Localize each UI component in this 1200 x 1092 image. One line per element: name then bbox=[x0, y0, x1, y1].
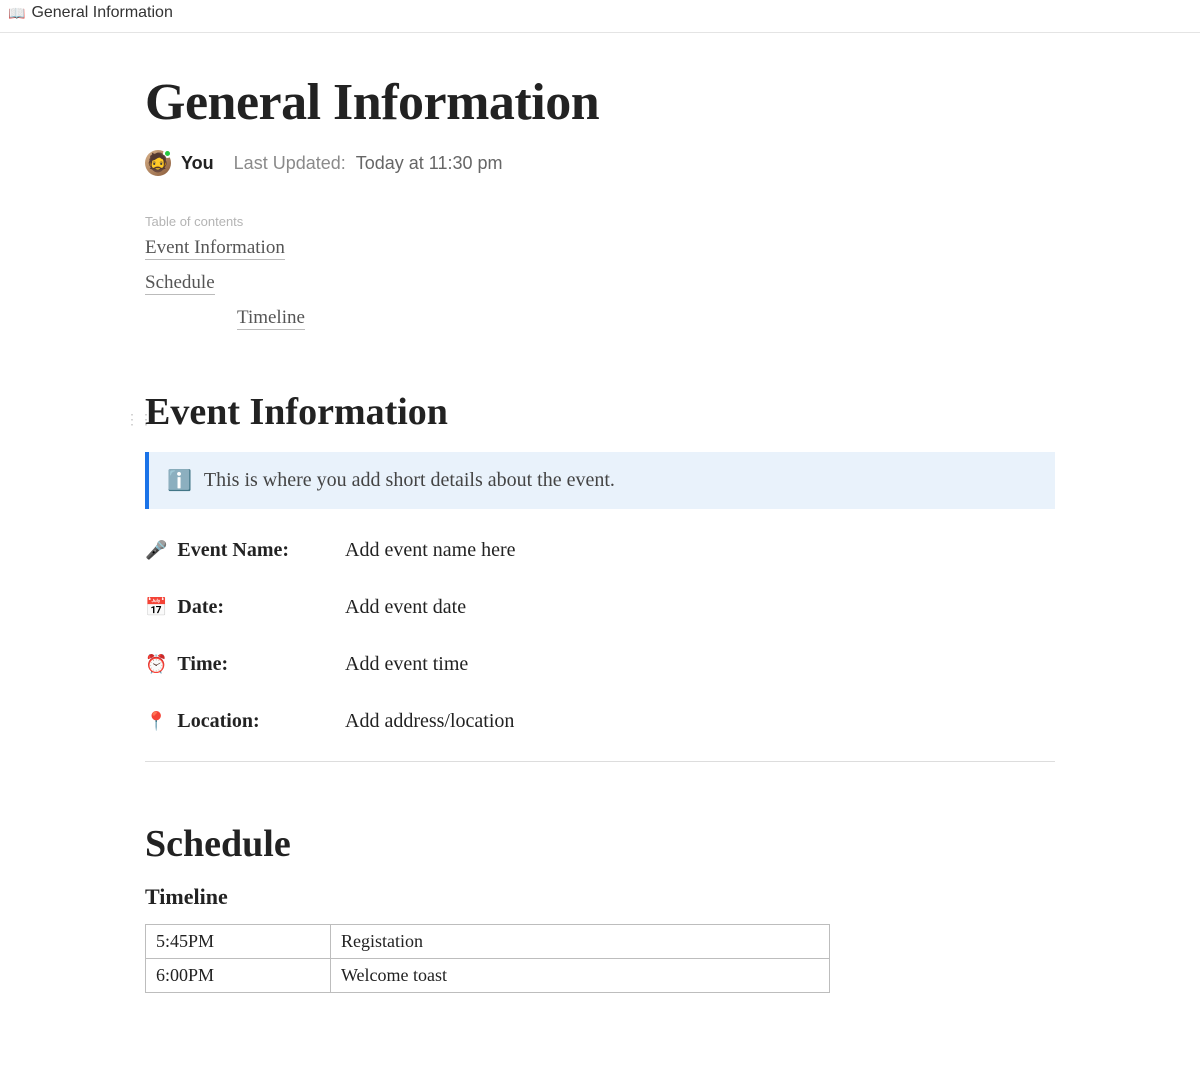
cell-time[interactable]: 5:45PM bbox=[146, 925, 331, 959]
table-row[interactable]: 6:00PM Welcome toast bbox=[146, 959, 830, 993]
info-callout[interactable]: ℹ️ This is where you add short details a… bbox=[145, 452, 1055, 509]
row-time[interactable]: ⏰ Time: Add event time bbox=[145, 653, 1055, 676]
toc-link-timeline[interactable]: Timeline bbox=[237, 307, 305, 330]
table-of-contents: Event Information Schedule Timeline bbox=[145, 237, 1055, 330]
timeline-table[interactable]: 5:45PM Registation 6:00PM Welcome toast bbox=[145, 924, 830, 993]
toc-heading: Table of contents bbox=[145, 214, 1055, 229]
toc-link-schedule[interactable]: Schedule bbox=[145, 272, 215, 295]
value-location[interactable]: Add address/location bbox=[345, 710, 514, 733]
breadcrumb-title[interactable]: General Information bbox=[31, 4, 172, 22]
heading-event-information[interactable]: Event Information bbox=[145, 390, 1055, 434]
row-date[interactable]: 📅 Date: Add event date bbox=[145, 596, 1055, 619]
clock-icon: ⏰ bbox=[145, 654, 167, 675]
cell-item[interactable]: Registation bbox=[331, 925, 830, 959]
row-event-name[interactable]: 🎤 Event Name: Add event name here bbox=[145, 539, 1055, 562]
label-date: Date: bbox=[177, 596, 224, 619]
breadcrumb-bar: 📖 General Information bbox=[0, 0, 1200, 33]
event-detail-list: 🎤 Event Name: Add event name here 📅 Date… bbox=[145, 539, 1055, 733]
presence-indicator bbox=[163, 149, 172, 158]
drag-handle-icon[interactable]: ⋮⋮ bbox=[125, 414, 153, 428]
value-time[interactable]: Add event time bbox=[345, 653, 468, 676]
cell-item[interactable]: Welcome toast bbox=[331, 959, 830, 993]
author-avatar[interactable] bbox=[145, 150, 171, 176]
toc-link-event-information[interactable]: Event Information bbox=[145, 237, 285, 260]
label-time: Time: bbox=[177, 653, 228, 676]
value-date[interactable]: Add event date bbox=[345, 596, 466, 619]
info-icon: ℹ️ bbox=[167, 468, 192, 493]
page-body: General Information You Last Updated: To… bbox=[145, 73, 1055, 1033]
pin-icon: 📍 bbox=[145, 711, 167, 732]
label-event-name: Event Name: bbox=[177, 539, 289, 562]
heading-timeline[interactable]: Timeline bbox=[145, 884, 1055, 910]
row-location[interactable]: 📍 Location: Add address/location bbox=[145, 710, 1055, 733]
calendar-icon: 📅 bbox=[145, 597, 167, 618]
updated-label: Last Updated: bbox=[234, 153, 346, 174]
value-event-name[interactable]: Add event name here bbox=[345, 539, 515, 562]
cell-time[interactable]: 6:00PM bbox=[146, 959, 331, 993]
page-title[interactable]: General Information bbox=[145, 73, 1055, 132]
label-location: Location: bbox=[177, 710, 259, 733]
callout-text: This is where you add short details abou… bbox=[204, 469, 615, 492]
page-meta: You Last Updated: Today at 11:30 pm bbox=[145, 150, 1055, 176]
updated-time: Today at 11:30 pm bbox=[356, 153, 503, 174]
heading-schedule[interactable]: Schedule bbox=[145, 822, 1055, 866]
section-divider bbox=[145, 761, 1055, 762]
microphone-icon: 🎤 bbox=[145, 540, 167, 561]
book-icon: 📖 bbox=[8, 6, 25, 20]
author-name[interactable]: You bbox=[181, 153, 214, 174]
section-event-information: ⋮⋮ Event Information bbox=[145, 390, 1055, 434]
table-row[interactable]: 5:45PM Registation bbox=[146, 925, 830, 959]
